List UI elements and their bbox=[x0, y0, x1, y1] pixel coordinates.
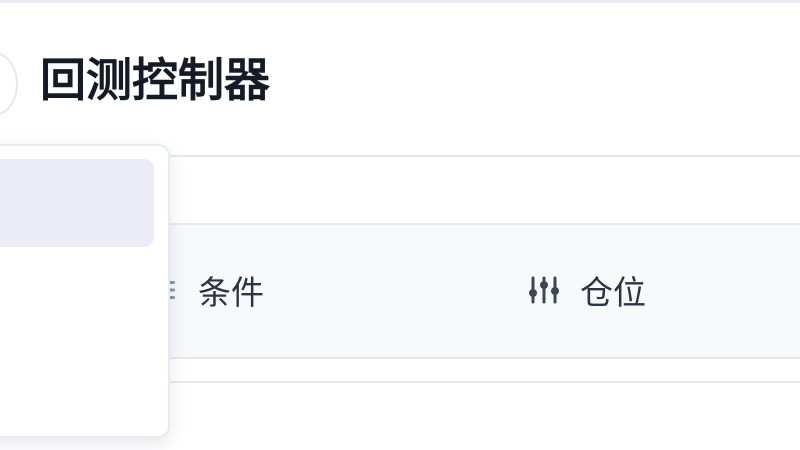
tab-position[interactable]: 仓位 bbox=[526, 266, 646, 314]
back-button[interactable] bbox=[0, 52, 18, 116]
sliders-icon bbox=[526, 272, 562, 308]
page-header: 回测控制器 bbox=[0, 3, 800, 155]
page-title: 回测控制器 bbox=[40, 53, 270, 107]
tab-conditions-label: 条件 bbox=[198, 273, 264, 312]
dropdown-item[interactable] bbox=[0, 341, 154, 401]
backtest-controller-page: 回测控制器 条件 仓位 bbox=[0, 0, 800, 450]
dropdown-menu bbox=[0, 144, 170, 438]
dropdown-item[interactable] bbox=[0, 266, 154, 326]
tab-position-label: 仓位 bbox=[580, 273, 646, 312]
dropdown-item-selected[interactable] bbox=[0, 159, 154, 247]
